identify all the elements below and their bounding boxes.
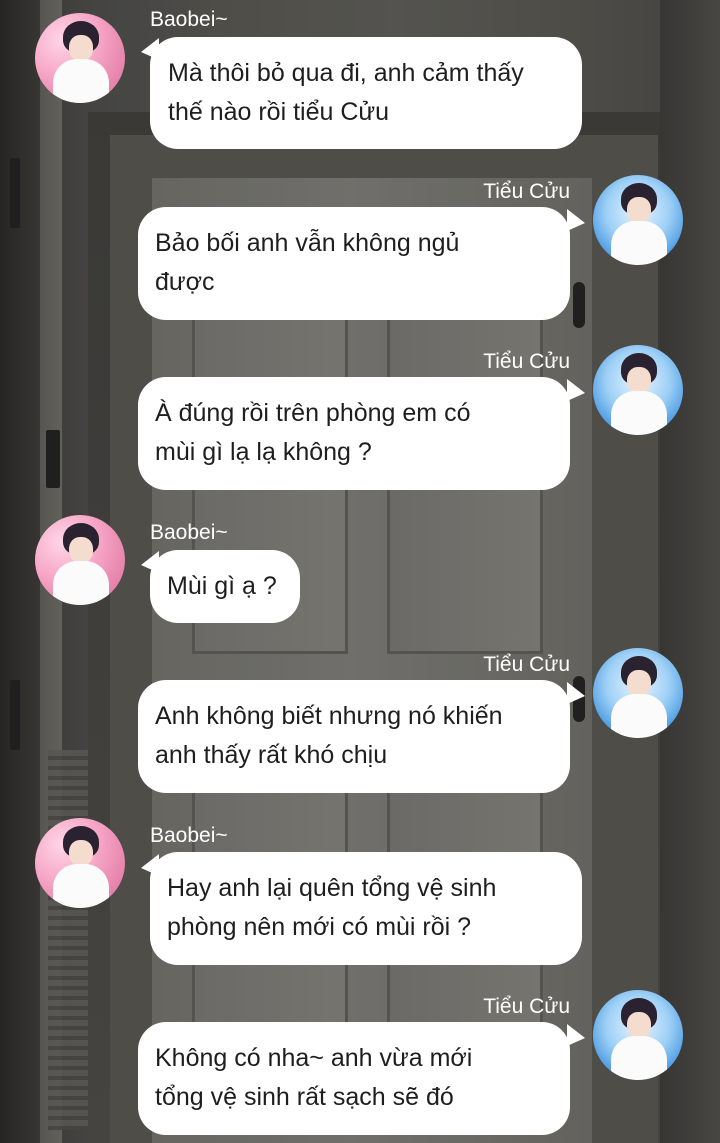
- bubble-tail: [567, 1024, 585, 1046]
- message-bubble[interactable]: À đúng rồi trên phòng em có mùi gì lạ lạ…: [138, 377, 570, 490]
- bubble-tail: [567, 379, 585, 401]
- baobei-avatar-icon[interactable]: [35, 515, 125, 605]
- sender-name: Baobei~: [150, 521, 228, 544]
- sender-name: Baobei~: [150, 824, 228, 847]
- message-text: À đúng rồi trên phòng em có mùi gì lạ lạ…: [155, 399, 471, 466]
- message-text: Không có nha~ anh vừa mới tổng vệ sinh r…: [155, 1044, 473, 1111]
- message-text: Mùi gì ạ ?: [167, 572, 277, 600]
- tieu-cuu-avatar-icon[interactable]: [593, 648, 683, 738]
- tieu-cuu-avatar-icon[interactable]: [593, 175, 683, 265]
- message-text: Bảo bối anh vẫn không ngủ được: [155, 229, 460, 296]
- message-bubble[interactable]: Không có nha~ anh vừa mới tổng vệ sinh r…: [138, 1022, 570, 1135]
- message-bubble[interactable]: Hay anh lại quên tổng vệ sinh phòng nên …: [150, 852, 582, 965]
- message-text: Anh không biết nhưng nó khiến anh thấy r…: [155, 702, 503, 769]
- bubble-tail: [567, 209, 585, 231]
- message-bubble[interactable]: Mà thôi bỏ qua đi, anh cảm thấy thế nào …: [150, 37, 582, 149]
- sender-name: Tiểu Cửu: [483, 653, 570, 676]
- sender-name: Tiểu Cửu: [483, 995, 570, 1018]
- message-bubble[interactable]: Anh không biết nhưng nó khiến anh thấy r…: [138, 680, 570, 793]
- sender-name: Tiểu Cửu: [483, 180, 570, 203]
- baobei-avatar-icon[interactable]: [35, 13, 125, 103]
- chat-thread: Baobei~ Mà thôi bỏ qua đi, anh cảm thấy …: [0, 0, 720, 1143]
- message-bubble[interactable]: Mùi gì ạ ?: [150, 550, 300, 623]
- message-text: Hay anh lại quên tổng vệ sinh phòng nên …: [167, 874, 497, 941]
- message-bubble[interactable]: Bảo bối anh vẫn không ngủ được: [138, 207, 570, 320]
- bubble-tail: [567, 682, 585, 704]
- message-text: Mà thôi bỏ qua đi, anh cảm thấy thế nào …: [168, 59, 524, 126]
- sender-name: Baobei~: [150, 8, 228, 31]
- tieu-cuu-avatar-icon[interactable]: [593, 345, 683, 435]
- tieu-cuu-avatar-icon[interactable]: [593, 990, 683, 1080]
- sender-name: Tiểu Cửu: [483, 350, 570, 373]
- baobei-avatar-icon[interactable]: [35, 818, 125, 908]
